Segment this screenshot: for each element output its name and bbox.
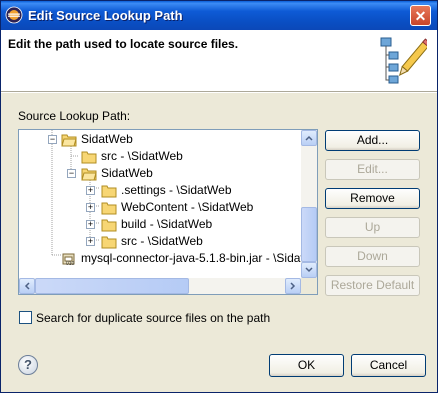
chevron-right-icon [290,282,296,290]
duplicate-search-checkbox[interactable] [19,311,32,324]
tree-row[interactable]: + WebContent - \SidatWeb [19,199,301,216]
source-lookup-path-label: Source Lookup Path: [18,109,131,123]
expand-toggle[interactable]: + [86,220,95,229]
folder-icon [101,219,117,232]
tree-row[interactable]: 010 mysql-connector-java-5.1.8-bin.jar -… [19,250,301,267]
collapse-toggle[interactable]: − [67,169,76,178]
horizontal-scrollbar[interactable] [19,278,301,294]
tree-item-label: src - \SidatWeb [101,149,183,163]
eclipse-icon [5,6,23,24]
tree-row[interactable]: − SidatWeb [19,165,301,182]
project-folder-icon [61,134,77,147]
scrollbar-corner [301,278,317,294]
scroll-right-button[interactable] [285,278,301,294]
dialog-window: Edit Source Lookup Path ✕ Edit the path … [0,0,438,393]
down-button[interactable]: Down [325,246,420,267]
expand-toggle[interactable]: + [86,237,95,246]
tree-row[interactable]: src - \SidatWeb [19,148,301,165]
folder-icon [101,185,117,198]
tree-row[interactable]: + build - \SidatWeb [19,216,301,233]
vertical-scrollbar[interactable] [301,130,317,278]
tree-item-label: SidatWeb [81,132,133,146]
expand-toggle[interactable]: + [86,186,95,195]
up-button[interactable]: Up [325,217,420,238]
chevron-down-icon [305,267,313,273]
tree-item-label: mysql-connector-java-5.1.8-bin.jar - \Si… [81,251,301,265]
tree-row[interactable]: + src - \SidatWeb [19,233,301,250]
source-lookup-tree[interactable]: − SidatWeb src - \SidatWeb − SidatWeb + … [18,129,318,295]
tree-row[interactable]: − SidatWeb [19,131,301,148]
cancel-button[interactable]: Cancel [351,354,426,377]
edit-button[interactable]: Edit... [325,159,420,180]
horizontal-scroll-thumb[interactable] [35,278,189,294]
dialog-header: Edit the path used to locate source file… [1,30,437,92]
restore-default-button[interactable]: Restore Default [325,275,420,296]
scroll-up-button[interactable] [301,130,317,146]
chevron-up-icon [305,135,313,141]
chevron-left-icon [24,282,30,290]
tree-item-label: .settings - \SidatWeb [121,183,232,197]
tree-row[interactable]: + .settings - \SidatWeb [19,182,301,199]
folder-icon [101,236,117,249]
svg-text:010: 010 [66,261,75,266]
duplicate-search-label[interactable]: Search for duplicate source files on the… [36,311,270,325]
folder-icon [101,202,117,215]
help-icon[interactable]: ? [18,355,38,375]
expand-toggle[interactable]: + [86,203,95,212]
add-button[interactable]: Add... [325,130,420,151]
tree-item-label: WebContent - \SidatWeb [121,200,254,214]
vertical-scroll-thumb[interactable] [301,207,317,262]
edit-path-banner-icon [380,37,427,84]
tree-item-label: build - \SidatWeb [121,217,213,231]
window-title: Edit Source Lookup Path [28,8,183,23]
scroll-down-button[interactable] [301,262,317,278]
remove-button[interactable]: Remove [325,188,420,209]
tree-item-label: src - \SidatWeb [121,234,203,248]
header-separator [1,92,437,93]
title-bar[interactable]: Edit Source Lookup Path ✕ [1,1,437,30]
collapse-toggle[interactable]: − [48,135,57,144]
project-folder-icon [81,168,97,181]
close-button[interactable]: ✕ [410,5,431,26]
folder-icon [81,151,97,164]
header-message: Edit the path used to locate source file… [8,37,239,51]
tree-item-label: SidatWeb [101,166,153,180]
jar-icon: 010 [62,253,75,266]
scroll-left-button[interactable] [19,278,35,294]
ok-button[interactable]: OK [269,354,344,377]
